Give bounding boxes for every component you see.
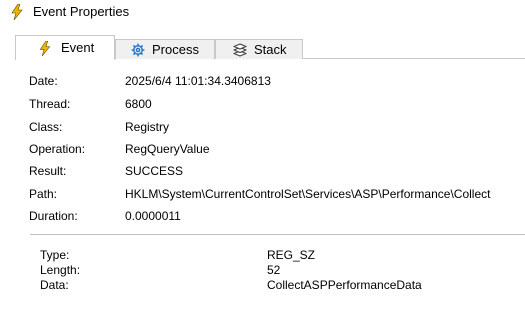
- title-bar: Event Properties: [0, 0, 525, 24]
- path-label: Path:: [29, 187, 58, 201]
- tab-stack-label: Stack: [254, 42, 287, 57]
- result-value: SUCCESS: [125, 164, 184, 178]
- lightning-icon: [39, 40, 53, 57]
- window-title: Event Properties: [33, 4, 130, 19]
- tab-process[interactable]: Process: [115, 39, 215, 59]
- duration-label: Duration:: [29, 209, 78, 223]
- result-label: Result:: [29, 164, 67, 178]
- operation-value: RegQueryValue: [125, 142, 210, 156]
- layers-icon: [233, 42, 247, 57]
- path-value: HKLM\System\CurrentControlSet\Services\A…: [125, 187, 491, 201]
- thread-label: Thread:: [29, 97, 71, 111]
- tab-process-label: Process: [152, 42, 199, 57]
- lightning-icon: [11, 3, 23, 21]
- class-value: Registry: [125, 120, 170, 134]
- details-separator: [30, 234, 525, 235]
- data-label: Data:: [40, 278, 69, 292]
- date-value: 2025/6/4 11:01:34.3406813: [125, 74, 271, 88]
- tab-event[interactable]: Event: [15, 35, 115, 60]
- length-value: 52: [267, 263, 281, 277]
- data-value: CollectASPPerformanceData: [267, 278, 422, 292]
- length-label: Length:: [40, 263, 81, 277]
- tab-stack[interactable]: Stack: [215, 39, 303, 59]
- date-label: Date:: [29, 74, 58, 88]
- type-value: REG_SZ: [267, 248, 316, 262]
- operation-label: Operation:: [29, 142, 86, 156]
- thread-value: 6800: [125, 97, 152, 111]
- gear-icon: [131, 43, 145, 57]
- tab-event-label: Event: [61, 40, 95, 55]
- type-label: Type:: [40, 248, 70, 262]
- duration-value: 0.0000011: [125, 209, 181, 223]
- class-label: Class:: [29, 120, 63, 134]
